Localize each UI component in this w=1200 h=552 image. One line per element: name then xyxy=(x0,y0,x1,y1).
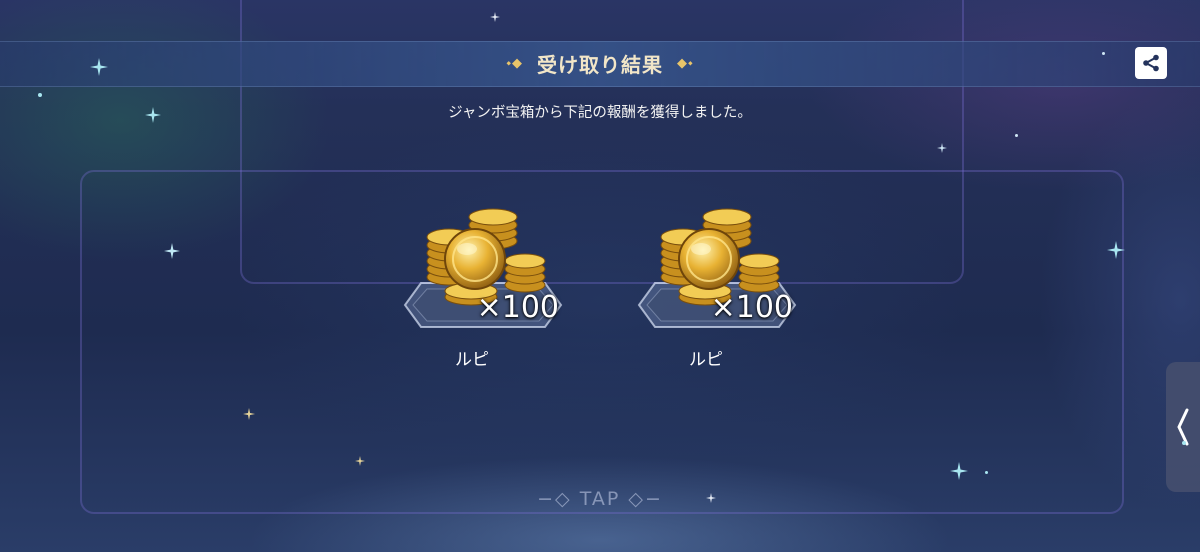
share-button[interactable] xyxy=(1135,47,1167,79)
side-panel-tab[interactable] xyxy=(1166,362,1200,492)
reward-message: ジャンボ宝箱から下記の報酬を獲得しました。 xyxy=(448,105,752,121)
sparkle-icon xyxy=(490,12,500,22)
share-icon xyxy=(1143,54,1159,72)
tap-label: TAP xyxy=(579,488,621,510)
sparkle-icon xyxy=(355,456,365,466)
sparkle-dot xyxy=(985,471,988,474)
reward-item[interactable]: ×100 ルピ xyxy=(637,205,797,375)
sparkle-icon xyxy=(145,107,161,123)
page-title: 受け取り結果 xyxy=(537,52,663,77)
sparkle-icon xyxy=(706,493,716,503)
sparkle-icon xyxy=(90,58,108,76)
sparkle-dot xyxy=(1182,441,1186,445)
reward-name: ルピ xyxy=(689,350,723,370)
sparkle-dot xyxy=(1102,52,1105,55)
sparkle-dot xyxy=(1015,134,1018,137)
sparkle-icon xyxy=(243,408,255,420)
tap-ornament-right: ◇− xyxy=(620,488,663,510)
reward-quantity: ×100 xyxy=(710,290,793,325)
sparkle-icon xyxy=(950,462,968,480)
sparkle-icon xyxy=(164,243,180,259)
tap-prompt[interactable]: −◇ TAP ◇− xyxy=(0,488,1200,510)
sparkle-icon xyxy=(937,143,947,153)
reward-item[interactable]: ×100 ルピ xyxy=(403,205,563,375)
title-ornament-left: ⬩◆ xyxy=(506,55,523,71)
title-ornament-right: ◆⬩ xyxy=(677,55,694,71)
header: ⬩◆ 受け取り結果 ◆⬩ xyxy=(0,41,1200,85)
reward-quantity: ×100 xyxy=(476,290,559,325)
sparkle-dot xyxy=(38,93,42,97)
sparkle-icon xyxy=(1107,241,1125,259)
tap-ornament-left: −◇ xyxy=(537,488,580,510)
reward-name: ルピ xyxy=(455,350,489,370)
